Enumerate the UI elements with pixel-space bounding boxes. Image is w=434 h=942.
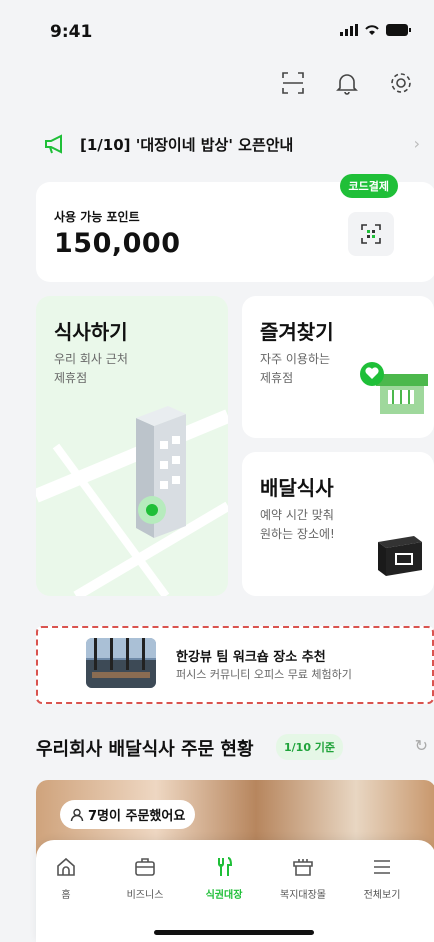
qr-code-button[interactable]	[348, 212, 394, 256]
tab-view-all-label: 전체보기	[363, 890, 401, 901]
home-icon	[57, 857, 75, 876]
notice-bar[interactable]: [1/10] '대장이네 밥상' 오픈안내 ›	[44, 128, 424, 160]
notice-text: [1/10] '대장이네 밥상' 오픈안내	[80, 135, 294, 154]
store-heart-illustration	[360, 362, 428, 414]
meal-card[interactable]: 식사하기 우리 회사 근처 제휴점	[36, 296, 228, 596]
tab-business[interactable]: 비즈니스	[113, 856, 177, 902]
signal-icon	[340, 24, 358, 36]
favorites-card-title: 즐겨찾기	[260, 320, 334, 344]
map-building-illustration	[36, 406, 228, 596]
tab-home[interactable]: 홈	[34, 856, 98, 902]
orders-chip: 7명이 주문했어요	[60, 800, 196, 829]
fork-knife-icon	[218, 857, 233, 876]
date-badge: 1/10 기준	[276, 734, 344, 760]
store-icon	[293, 859, 313, 876]
briefcase-icon	[135, 858, 155, 876]
orders-chip-text: 7명이 주문했어요	[88, 809, 186, 824]
delivery-box-icon	[378, 536, 422, 576]
tab-welfare-mall-label: 복지대장몰	[280, 890, 326, 901]
tab-view-all[interactable]: 전체보기	[350, 856, 414, 902]
home-indicator	[154, 930, 314, 935]
delivery-card-desc: 예약 시간 맞춰 원하는 장소에!	[260, 508, 335, 541]
tab-welfare-mall[interactable]: 복지대장몰	[271, 856, 335, 902]
tab-home-label: 홈	[61, 890, 71, 901]
tab-business-label: 비즈니스	[126, 890, 164, 901]
banner-subtitle: 퍼시스 커뮤니티 오피스 무료 체험하기	[176, 668, 352, 681]
workshop-banner[interactable]: 한강뷰 팀 워크숍 장소 추천 퍼시스 커뮤니티 오피스 무료 체험하기	[36, 626, 434, 704]
tab-meal-voucher-label: 식권대장	[205, 890, 243, 901]
banner-title: 한강뷰 팀 워크숍 장소 추천	[176, 650, 326, 665]
wifi-icon	[365, 25, 379, 35]
favorites-card-desc: 자주 이용하는 제휴점	[260, 352, 331, 385]
qr-scan-icon	[361, 224, 381, 244]
code-pay-badge[interactable]: 코드결제	[339, 174, 398, 198]
megaphone-icon	[45, 134, 62, 154]
battery-icon	[386, 24, 411, 36]
status-bar: 9:41	[0, 0, 434, 60]
point-card[interactable]: 사용 가능 포인트 150,000 코드결제	[36, 174, 434, 282]
favorites-card[interactable]: 즐겨찾기 자주 이용하는 제휴점	[242, 296, 434, 438]
banner-image	[86, 638, 156, 688]
menu-icon	[374, 860, 390, 874]
delivery-card-title: 배달식사	[260, 476, 334, 500]
bell-icon[interactable]	[334, 70, 360, 96]
section-title: 우리회사 배달식사 주문 현황	[36, 739, 254, 760]
scan-icon[interactable]	[280, 70, 306, 96]
delivery-card[interactable]: 배달식사 예약 시간 맞춰 원하는 장소에!	[242, 452, 434, 596]
person-icon	[70, 808, 84, 821]
status-time: 9:41	[50, 22, 93, 42]
chevron-right-icon: ›	[413, 134, 420, 153]
bottom-tab-bar: 홈 비즈니스 식권대장 복지대장몰 전체보기	[36, 840, 434, 942]
gear-icon[interactable]	[388, 70, 414, 96]
refresh-icon[interactable]: ↻	[415, 736, 428, 755]
point-label: 사용 가능 포인트	[54, 210, 140, 224]
point-value: 150,000	[54, 228, 181, 259]
tab-meal-voucher[interactable]: 식권대장	[192, 856, 256, 902]
top-actions	[280, 70, 414, 96]
